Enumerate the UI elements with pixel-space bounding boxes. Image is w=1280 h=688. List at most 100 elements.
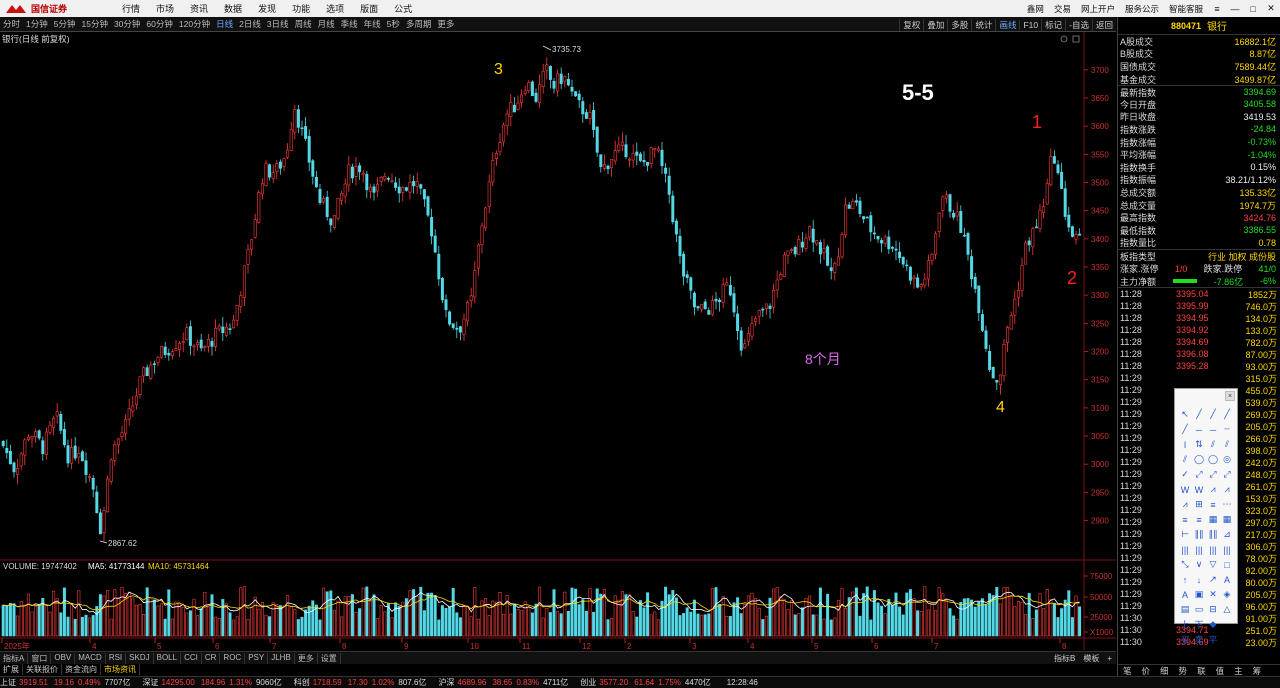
period-option[interactable]: 月线 [315,18,338,30]
drawing-tool-icon[interactable]: A [1178,587,1192,602]
link-trade[interactable]: 交易 [1049,3,1076,15]
drawing-tool-icon[interactable]: ╱ [1178,422,1192,437]
period-option[interactable]: 30分钟 [111,18,143,30]
drawing-tool-icon[interactable]: 上 [1178,617,1192,632]
drawing-tool-icon[interactable]: ⤢ [1206,467,1220,482]
quote-panel-tab[interactable]: 主 [1229,665,1248,677]
drawing-tool-icon[interactable]: ▭ [1192,602,1206,617]
settings-icon[interactable] [1060,35,1068,43]
menu-item[interactable]: 选项 [318,2,352,15]
chart-tool-button[interactable]: 统计 [971,18,995,31]
drawing-tool-icon[interactable]: ⤢ [1192,467,1206,482]
period-option[interactable]: 季线 [338,18,361,30]
drawing-tool-icon[interactable]: ▤ [1178,602,1192,617]
period-option[interactable]: 更多 [434,18,457,30]
indicator-tab[interactable]: JLHB [268,652,295,664]
drawing-tool-icon[interactable]: ||| [1178,542,1192,557]
drawing-tool-icon[interactable]: 买 [1178,632,1192,647]
drawing-tool-icon[interactable]: ↖ [1178,407,1192,422]
menu-item[interactable]: 数据 [216,2,250,15]
period-option[interactable]: 2日线 [236,18,264,30]
period-option[interactable]: 年线 [361,18,384,30]
tab-expand[interactable]: 扩展 [0,664,23,675]
menu-item[interactable]: 资讯 [182,2,216,15]
chart-tool-button[interactable]: F10 [1019,19,1041,30]
drawing-tool-icon[interactable]: ╱ [1192,407,1206,422]
drawing-tool-icon[interactable]: ⫽ [1178,452,1192,467]
close-icon[interactable]: × [1225,391,1235,401]
drawing-tool-icon[interactable]: ⤢ [1220,467,1234,482]
index-summary[interactable]: 科创 1718.59 17.30 1.02% 807.6亿 [294,677,427,688]
quote-panel-tab[interactable]: 势 [1174,665,1193,677]
drawing-tool-icon[interactable]: 下 [1192,617,1206,632]
drawing-tool-icon[interactable] [1220,632,1234,647]
indicator-tab[interactable]: CCI [181,652,202,664]
drawing-tool-icon[interactable]: ◯ [1192,452,1206,467]
index-summary[interactable]: 上证 3919.51 19.16 0.49% 7707亿 [0,677,130,688]
index-summary[interactable]: 深证 14295.00 184.96 1.31% 9060亿 [142,677,281,688]
link-smart-support[interactable]: 智能客服 [1164,3,1208,15]
period-option[interactable]: 5分钟 [51,18,79,30]
indicator-tab[interactable]: 指标A [0,652,29,664]
quote-panel-tab[interactable]: 值 [1211,665,1230,677]
indicator-tab[interactable]: 设置 [318,652,341,664]
window-close-icon[interactable]: ✕ [1262,3,1280,14]
drawing-tool-icon[interactable]: ─ [1192,422,1206,437]
drawing-tool-icon[interactable]: ⊢ [1178,527,1192,542]
link-service[interactable]: 服务公示 [1120,3,1164,15]
tab-fund-flow[interactable]: 资金流向 [62,664,101,675]
drawing-tool-icon[interactable]: ◎ [1220,452,1234,467]
link-open-account[interactable]: 网上开户 [1076,3,1120,15]
drawing-tool-icon[interactable]: ⤡ [1178,557,1192,572]
drawing-tool-icon[interactable]: ▽ [1206,557,1220,572]
period-option[interactable]: 1分钟 [23,18,51,30]
quote-panel-tab[interactable]: 价 [1137,665,1156,677]
menu-item[interactable]: 市场 [148,2,182,15]
drawing-tool-icon[interactable] [1220,617,1234,632]
quote-panel-tab[interactable]: 细 [1155,665,1174,677]
menu-item[interactable]: 功能 [284,2,318,15]
drawing-tool-icon[interactable]: ||| [1220,542,1234,557]
period-option[interactable]: 5秒 [384,18,403,30]
window-menu-icon[interactable]: ≡ [1208,4,1226,14]
drawing-tool-icon[interactable]: ≡ [1192,512,1206,527]
drawing-tool-icon[interactable]: □ [1220,557,1234,572]
drawing-tool-icon[interactable]: ⫽ [1220,437,1234,452]
kline-chart[interactable]: 2900295030003050310031503200325033003350… [0,32,1116,650]
add-window-button[interactable]: + [1103,654,1116,663]
drawing-tool-icon[interactable]: ⋯ [1220,497,1234,512]
drawing-tool-icon[interactable]: ∥∥ [1206,527,1220,542]
drawing-tool-icon[interactable]: ◆ [1206,617,1220,632]
drawing-tool-icon[interactable]: ┄ [1220,422,1234,437]
indicator-tab[interactable]: MACD [75,652,106,664]
drawing-tool-icon[interactable]: ⇅ [1192,437,1206,452]
drawing-tool-icon[interactable]: ⊟ [1206,602,1220,617]
drawing-tool-icon[interactable]: ∥∥ [1192,527,1206,542]
drawing-tool-icon[interactable]: ⩘ [1220,482,1234,497]
chart-tool-button[interactable]: -自选 [1065,18,1092,31]
index-summary[interactable]: 创业 3577.20 61.64 1.75% 4470亿 [580,677,710,688]
period-option[interactable]: 3日线 [264,18,292,30]
drawing-tool-icon[interactable]: ▣ [1192,587,1206,602]
window-minimize-icon[interactable]: — [1226,4,1244,14]
drawing-tool-icon[interactable]: W [1192,482,1206,497]
template-button[interactable]: 模板 [1079,653,1103,664]
drawing-tool-icon[interactable]: ╱ [1206,407,1220,422]
chart-tool-button[interactable]: 多股 [947,18,971,31]
drawing-tool-icon[interactable]: ▦ [1220,512,1234,527]
tab-market-news[interactable]: 市场资讯 [101,664,140,675]
drawing-tool-icon[interactable]: W [1178,482,1192,497]
drawing-tool-icon[interactable]: ╱ [1220,407,1234,422]
menu-item[interactable]: 行情 [114,2,148,15]
drawing-tool-icon[interactable]: ǀ [1178,437,1192,452]
drawing-tool-icon[interactable]: ▦ [1206,512,1220,527]
drawing-tool-icon[interactable]: ⩘ [1206,482,1220,497]
drawing-tool-icon[interactable]: ◈ [1220,587,1234,602]
indicator-tab[interactable]: RSI [106,652,127,664]
chart-tool-button[interactable]: 叠加 [923,18,947,31]
drawing-tool-icon[interactable]: ⫽ [1206,437,1220,452]
drawing-tool-icon[interactable]: ||| [1206,542,1220,557]
indicator-b-button[interactable]: 指标B [1050,653,1079,664]
drawing-tool-icon[interactable]: ✕ [1206,587,1220,602]
period-option[interactable]: 周线 [292,18,315,30]
